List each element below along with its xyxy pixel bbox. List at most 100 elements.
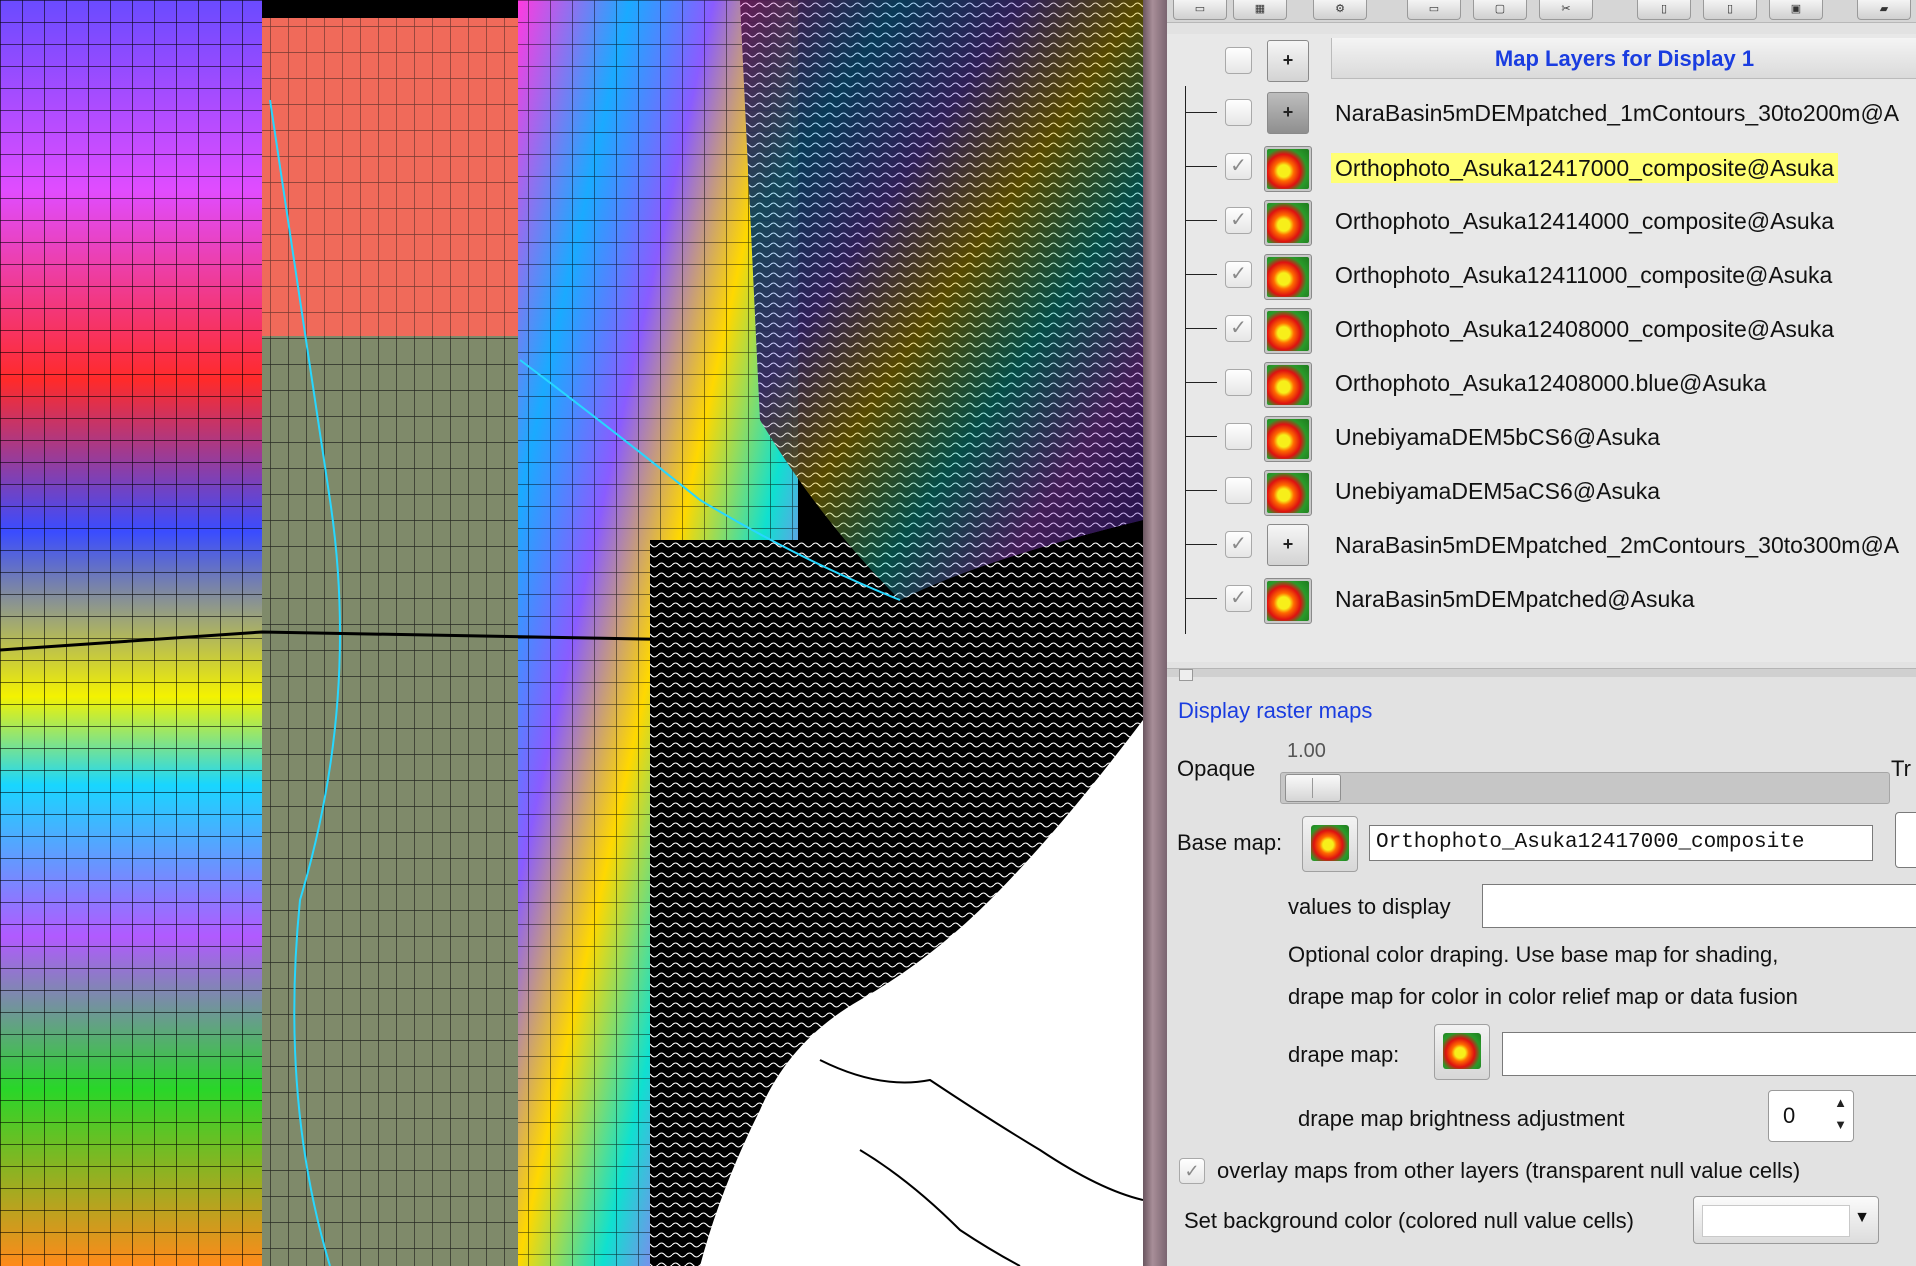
toolbar-display-button[interactable]: ▭	[1173, 0, 1227, 20]
layer-row[interactable]: ✓ + NaraBasin5mDEMpatched_2mContours_30to3…	[1167, 518, 1916, 568]
file-icon: ▯	[1660, 3, 1668, 15]
tree-branch	[1185, 220, 1217, 221]
layer-row[interactable]: ✓ NaraBasin5mDEMpatched@Asuka	[1167, 572, 1916, 624]
drape-help-2: drape map for color in color relief map …	[1288, 984, 1798, 1009]
values-field[interactable]	[1482, 884, 1916, 928]
raster-icon	[1264, 200, 1312, 246]
layer-tree: + Map Layers for Display 1 + NaraBasin5mD…	[1167, 34, 1916, 662]
tree-branch	[1185, 328, 1217, 329]
raster-icon	[1443, 1033, 1481, 1069]
base-map-browse-button[interactable]	[1895, 812, 1916, 868]
layer-checkbox[interactable]	[1225, 423, 1252, 450]
layer-label: Orthophoto_Asuka12417000_composite@Asuka	[1331, 153, 1839, 183]
display-checkbox[interactable]	[1225, 47, 1252, 74]
gear-icon: ⚙	[1335, 3, 1345, 15]
tree-branch	[1185, 490, 1217, 491]
layer-checkbox[interactable]	[1225, 477, 1252, 504]
tree-header: Map Layers for Display 1	[1331, 38, 1916, 79]
layer-row[interactable]: ✓ Orthophoto_Asuka12408000_composite@Asuk…	[1167, 302, 1916, 354]
raster-icon	[1264, 470, 1312, 516]
folder-icon: ▯	[1726, 3, 1734, 15]
layer-label: NaraBasin5mDEMpatched_1mContours_30to200…	[1335, 100, 1900, 126]
brightness-label: drape map brightness adjustment	[1298, 1106, 1625, 1131]
tree-branch	[1185, 112, 1217, 113]
layer-label: NaraBasin5mDEMpatched@Asuka	[1335, 586, 1695, 612]
toolbar-cut-button[interactable]: ✂	[1539, 0, 1593, 20]
toolbar-chart-button[interactable]: ▦	[1233, 0, 1287, 20]
layer-row[interactable]: + NaraBasin5mDEMpatched_1mContours_30to20…	[1167, 86, 1916, 136]
brightness-spinner[interactable]: 0 ▲ ▼	[1768, 1090, 1854, 1142]
toolbar-open-button[interactable]: ▯	[1703, 0, 1757, 20]
toolbar-add-vector-button[interactable]: ▢	[1473, 0, 1527, 20]
layer-label: Orthophoto_Asuka12408000.blue@Asuka	[1335, 370, 1767, 396]
layer-row[interactable]: Orthophoto_Asuka12408000.blue@Asuka	[1167, 356, 1916, 408]
tree-branch	[1185, 274, 1217, 275]
scissors-icon: ✂	[1561, 3, 1571, 15]
tree-branch	[1185, 166, 1217, 167]
raster-icon	[1311, 825, 1349, 861]
layer-row[interactable]: UnebiyamaDEM5aCS6@Asuka	[1167, 464, 1916, 516]
vector-icon: ▢	[1494, 3, 1506, 15]
values-label: values to display	[1288, 894, 1451, 919]
toolbar-new-button[interactable]: ▯	[1637, 0, 1691, 20]
tree-header-row: + Map Layers for Display 1	[1167, 34, 1916, 84]
window-divider[interactable]	[1143, 0, 1167, 1266]
base-map-picker[interactable]	[1302, 816, 1358, 872]
layer-checkbox[interactable]: ✓	[1225, 315, 1252, 342]
raster-icon	[1264, 308, 1312, 354]
transparent-label: Tr	[1891, 756, 1911, 781]
drape-map-label: drape map:	[1288, 1042, 1400, 1067]
layer-row[interactable]: ✓ Orthophoto_Asuka12411000_composite@Asuk…	[1167, 248, 1916, 300]
toolbar-save-button[interactable]: ▣	[1769, 0, 1823, 20]
drape-help-1: Optional color draping. Use base map for…	[1288, 942, 1779, 967]
panel-sash[interactable]	[1167, 668, 1916, 681]
raster-icon	[1264, 578, 1312, 624]
bgcolor-button[interactable]: ▼	[1693, 1196, 1879, 1244]
spin-down-icon[interactable]: ▼	[1834, 1117, 1847, 1132]
spin-up-icon[interactable]: ▲	[1834, 1095, 1847, 1110]
layer-label: Orthophoto_Asuka12408000_composite@Asuka	[1335, 316, 1835, 342]
layer-label: Orthophoto_Asuka12411000_composite@Asuka	[1335, 262, 1833, 288]
layer-checkbox[interactable]: ✓	[1225, 207, 1252, 234]
display-icon: ▭	[1194, 3, 1206, 15]
map-canvas[interactable]	[0, 0, 1143, 1266]
layer-manager-panel: ▭ ▦ ⚙ ▭ ▢ ✂ ▯ ▯ ▣ ▰ + Map Layers for Dis…	[1167, 0, 1916, 1266]
overlay-checkbox[interactable]: ✓	[1179, 1158, 1205, 1184]
chart-icon: ▦	[1254, 3, 1266, 15]
toolbar-add-raster-button[interactable]: ▭	[1407, 0, 1461, 20]
save-icon: ▣	[1790, 3, 1802, 15]
opacity-slider[interactable]	[1280, 772, 1890, 804]
map-render	[0, 0, 1143, 1266]
add-icon: ▭	[1428, 3, 1440, 15]
plus-icon: +	[1282, 50, 1294, 70]
base-map-field[interactable]: Orthophoto_Asuka12417000_composite	[1369, 825, 1873, 861]
raster-icon	[1264, 362, 1312, 408]
layer-label: Orthophoto_Asuka12414000_composite@Asuka	[1335, 208, 1835, 234]
layer-label: NaraBasin5mDEMpatched_2mContours_30to300…	[1335, 532, 1900, 558]
toolbar-extra-button[interactable]: ▰	[1857, 0, 1911, 20]
expand-button[interactable]: +	[1267, 40, 1309, 82]
chevron-down-icon: ▼	[1854, 1209, 1870, 1226]
layer-checkbox[interactable]	[1225, 99, 1252, 126]
drape-map-picker[interactable]	[1434, 1024, 1490, 1080]
layer-checkbox[interactable]: ✓	[1225, 585, 1252, 612]
layer-checkbox[interactable]: ✓	[1225, 531, 1252, 558]
toolbar-settings-button[interactable]: ⚙	[1313, 0, 1367, 20]
layer-checkbox[interactable]: ✓	[1225, 261, 1252, 288]
layer-row[interactable]: UnebiyamaDEM5bCS6@Asuka	[1167, 410, 1916, 462]
drape-map-field[interactable]	[1502, 1032, 1916, 1076]
raster-icon	[1264, 146, 1312, 192]
bgcolor-swatch	[1702, 1205, 1850, 1237]
layer-checkbox[interactable]	[1225, 369, 1252, 396]
opacity-slider-thumb[interactable]	[1285, 774, 1341, 802]
layer-row[interactable]: ✓ Orthophoto_Asuka12417000_composite@Asuk…	[1167, 140, 1916, 192]
layer-checkbox[interactable]: ✓	[1225, 153, 1252, 180]
tree-branch	[1185, 436, 1217, 437]
sash-handle[interactable]	[1179, 669, 1193, 681]
tree-branch	[1185, 382, 1217, 383]
layer-label: UnebiyamaDEM5bCS6@Asuka	[1335, 424, 1661, 450]
layer-row[interactable]: ✓ Orthophoto_Asuka12414000_composite@Asuk…	[1167, 194, 1916, 246]
brightness-value: 0	[1783, 1103, 1796, 1128]
vector-icon: +	[1267, 524, 1309, 566]
overlay-label: overlay maps from other layers (transpar…	[1217, 1158, 1801, 1183]
